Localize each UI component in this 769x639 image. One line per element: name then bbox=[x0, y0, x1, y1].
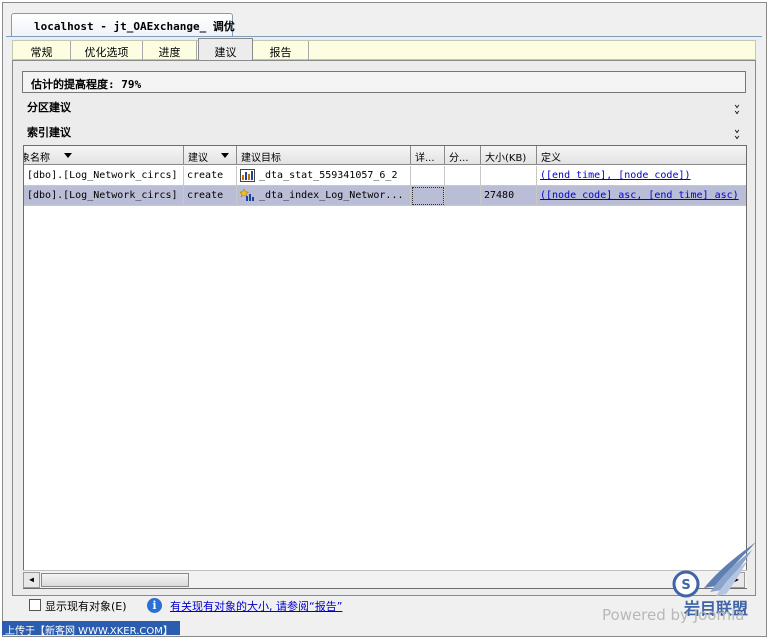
report-size-link[interactable]: 有关现有对象的大小, 请参阅“报告” bbox=[170, 598, 342, 614]
dropdown-arrow-icon[interactable] bbox=[221, 153, 229, 158]
partition-expand-icon[interactable]: ⌄ ⌄ bbox=[731, 100, 743, 116]
recommendations-panel: 估计的提高程度: 79% 分区建议 ⌄ ⌄ 索引建议 ⌄ ⌄ 象名称 建议 建议目标… bbox=[12, 60, 756, 596]
partition-recommendations-header[interactable]: 分区建议 bbox=[27, 99, 71, 115]
target-cell: _dta_stat_559341057_6_2 bbox=[237, 166, 411, 186]
index-recommendations-header[interactable]: 索引建议 bbox=[27, 124, 71, 140]
partition-cell bbox=[445, 166, 481, 186]
column-details[interactable]: 详... bbox=[411, 146, 445, 165]
target-name: _dta_index_Log_Networ... bbox=[259, 190, 404, 201]
size-cell bbox=[481, 166, 537, 186]
definition-link[interactable]: ([node code] asc, [end time] asc) bbox=[540, 190, 739, 201]
info-icon: i bbox=[147, 598, 162, 613]
upload-source-banner: 上传于【新客网 WWW.XKER.COM】 bbox=[2, 621, 180, 637]
partition-cell bbox=[445, 186, 481, 206]
size-cell: 27480 bbox=[481, 186, 537, 206]
definition-cell: ([node code] asc, [end time] asc) bbox=[537, 186, 746, 206]
column-object-name[interactable]: 象名称 bbox=[24, 146, 184, 165]
scrollbar-thumb[interactable] bbox=[41, 573, 189, 587]
table-row[interactable]: [dbo].[Log_Network_circs] create _dta_st… bbox=[24, 166, 746, 186]
tab-tuning-options[interactable]: 优化选项 bbox=[71, 41, 143, 60]
powered-by-watermark: Powered by Joomla bbox=[602, 606, 745, 624]
column-recommendation[interactable]: 建议 bbox=[184, 146, 237, 165]
details-cell[interactable] bbox=[411, 186, 445, 206]
details-cell bbox=[411, 166, 445, 186]
definition-link[interactable]: ([end time], [node code]) bbox=[540, 170, 691, 181]
tab-bar: 常规 优化选项 进度 报告 建议 bbox=[12, 38, 756, 60]
recommendation-cell: create bbox=[184, 186, 237, 206]
horizontal-scrollbar[interactable]: ◀ ▶ bbox=[23, 570, 747, 588]
index-expand-icon[interactable]: ⌄ ⌄ bbox=[731, 125, 743, 141]
column-partition[interactable]: 分... bbox=[445, 146, 481, 165]
scroll-left-button[interactable]: ◀ bbox=[23, 572, 40, 588]
recommendation-cell: create bbox=[184, 166, 237, 186]
tab-recommendations[interactable]: 建议 bbox=[198, 38, 253, 60]
target-cell: _dta_index_Log_Networ... bbox=[237, 186, 411, 206]
grid-header: 象名称 建议 建议目标 详... 分... 大小(KB) 定义 bbox=[24, 146, 746, 165]
index-icon bbox=[240, 189, 254, 201]
sort-arrow-icon[interactable] bbox=[64, 153, 72, 158]
target-name: _dta_stat_559341057_6_2 bbox=[259, 170, 398, 181]
column-size[interactable]: 大小(KB) bbox=[481, 146, 537, 165]
tab-progress[interactable]: 进度 bbox=[143, 41, 197, 60]
statistics-icon bbox=[240, 169, 255, 182]
object-name-cell: [dbo].[Log_Network_circs] bbox=[24, 166, 184, 186]
object-name-cell: [dbo].[Log_Network_circs] bbox=[24, 186, 184, 206]
definition-cell: ([end time], [node code]) bbox=[537, 166, 746, 186]
table-row[interactable]: [dbo].[Log_Network_circs] create _dta_in… bbox=[24, 186, 746, 206]
show-existing-objects-label[interactable]: 显示现有对象(E) bbox=[45, 598, 127, 614]
document-tab-title: localhost - jt_OAExchange_ 调优 bbox=[34, 20, 235, 33]
column-target[interactable]: 建议目标 bbox=[237, 146, 411, 165]
svg-text:S: S bbox=[681, 578, 690, 593]
document-tab[interactable]: localhost - jt_OAExchange_ 调优 bbox=[11, 13, 235, 37]
show-existing-objects-checkbox[interactable] bbox=[29, 599, 41, 611]
tab-report[interactable]: 报告 bbox=[253, 41, 309, 60]
column-definition[interactable]: 定义 bbox=[537, 146, 746, 165]
tab-general[interactable]: 常规 bbox=[13, 41, 71, 60]
recommendations-grid[interactable]: 象名称 建议 建议目标 详... 分... 大小(KB) 定义 [dbo].[L… bbox=[23, 145, 747, 589]
estimated-improvement: 估计的提高程度: 79% bbox=[22, 71, 746, 93]
